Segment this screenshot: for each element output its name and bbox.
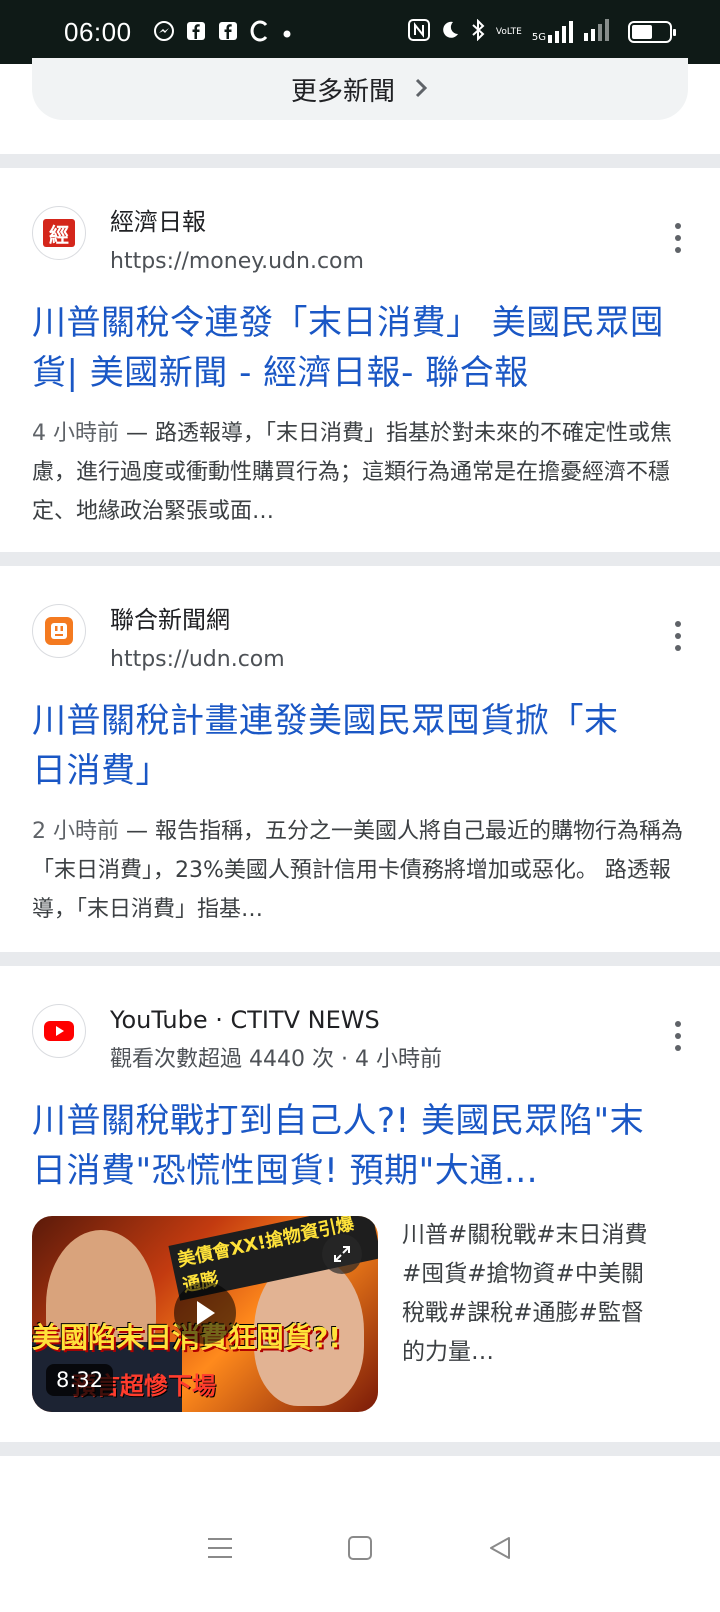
result-date: 2 小時前 [32,819,119,844]
divider [0,952,720,966]
battery-icon [628,21,676,43]
result-snippet-text: — 路透報導，「末日消費」指基於對未來的不確定性或焦慮，進行過度或衝動性購買行為… [32,421,672,524]
more-news-section: 更多新聞 [0,58,720,154]
home-nav-button[interactable] [340,1528,380,1568]
video-duration: 8:32 [46,1364,114,1396]
facebook-icon [218,21,238,44]
nfc-icon [407,19,430,45]
divider [0,552,720,566]
messenger-icon [153,20,174,44]
c-app-icon [250,20,270,45]
result-snippet: 2 小時前 — 報告指稱，五分之一美國人將自己最近的購物行為稱為「末日消費」，2… [32,812,684,929]
bluetooth-icon [470,18,486,45]
svg-text:經: 經 [49,223,69,247]
search-result-card: 聯合新聞網 https://udn.com 川普關稅計畫連發美國民眾囤貨掀「末日… [0,566,720,952]
source-url: https://money.udn.com [110,249,364,274]
signal-5g-label: 5G [531,32,546,43]
result-snippet: 4 小時前 — 路透報導，「末日消費」指基於對未來的不確定性或焦慮，進行過度或衝… [32,414,684,531]
expand-icon[interactable] [322,1234,362,1274]
back-nav-button[interactable] [480,1528,520,1568]
more-options-icon[interactable] [670,618,686,654]
signal-5g-icon: 5G [532,21,574,43]
facebook-icon [186,21,206,44]
menu-nav-button[interactable] [200,1528,240,1568]
video-description: 川普#關稅戰#末日消費#囤貨#搶物資#中美關稅戰#課稅#通膨#監督的力量… [402,1222,648,1365]
do-not-disturb-moon-icon [440,20,460,44]
result-date: 4 小時前 [32,421,119,446]
result-source[interactable]: YouTube · CTITV NEWS 觀看次數超過 4440 次 · 4 小… [32,1004,442,1076]
divider [0,154,720,168]
chevron-right-icon [413,73,429,106]
status-time: 06:00 [64,16,132,47]
volte-label: VoLTE [495,27,522,37]
search-result-card: 經 經濟日報 https://money.udn.com 川普關稅令連發「末日消… [0,168,720,552]
udn-favicon-icon [32,604,86,658]
more-news-button[interactable]: 更多新聞 [32,58,688,120]
divider [0,1442,720,1456]
more-options-icon[interactable] [670,1018,686,1054]
result-snippet-text: — 報告指稱，五分之一美國人將自己最近的購物行為稱為「末日消費」，23%美國人預… [32,819,683,922]
source-name: 經濟日報 [110,208,206,236]
source-meta: 觀看次數超過 4440 次 · 4 小時前 [110,1047,442,1072]
signal-icon [584,19,610,45]
video-thumbnail[interactable]: 美債會XX!搶物資引爆通膨 美國陷末日消費狂囤貨?! 預言超慘下場 8:32 [32,1216,378,1412]
menu-icon [208,1538,232,1558]
source-url: https://udn.com [110,647,285,672]
play-icon[interactable] [174,1282,236,1344]
result-source[interactable]: 聯合新聞網 https://udn.com [32,604,285,676]
back-triangle-icon [490,1537,510,1559]
system-nav-bar [0,1484,720,1612]
result-title-link[interactable]: 川普關稅戰打到自己人?! 美國民眾陷"末日消費"恐慌性囤貨! 預期"大通… [32,1096,672,1196]
more-news-label: 更多新聞 [290,76,395,107]
source-name: 聯合新聞網 [110,606,230,634]
source-name: YouTube · CTITV NEWS [110,1006,380,1034]
video-result-card: YouTube · CTITV NEWS 觀看次數超過 4440 次 · 4 小… [0,966,720,1442]
more-options-icon[interactable] [670,220,686,256]
notification-dot-icon [282,22,292,42]
youtube-favicon-icon [32,1004,86,1058]
result-title-link[interactable]: 川普關稅計畫連發美國民眾囤貨掀「末日消費」 [32,696,632,796]
status-bar: 06:00 VoLTE 5G [0,0,720,64]
home-square-icon [348,1536,372,1560]
result-source[interactable]: 經 經濟日報 https://money.udn.com [32,206,364,278]
result-title-link[interactable]: 川普關稅令連發「末日消費」 美國民眾囤貨| 美國新聞 - 經濟日報- 聯合報 [32,298,688,398]
udn-money-favicon-icon: 經 [32,206,86,260]
